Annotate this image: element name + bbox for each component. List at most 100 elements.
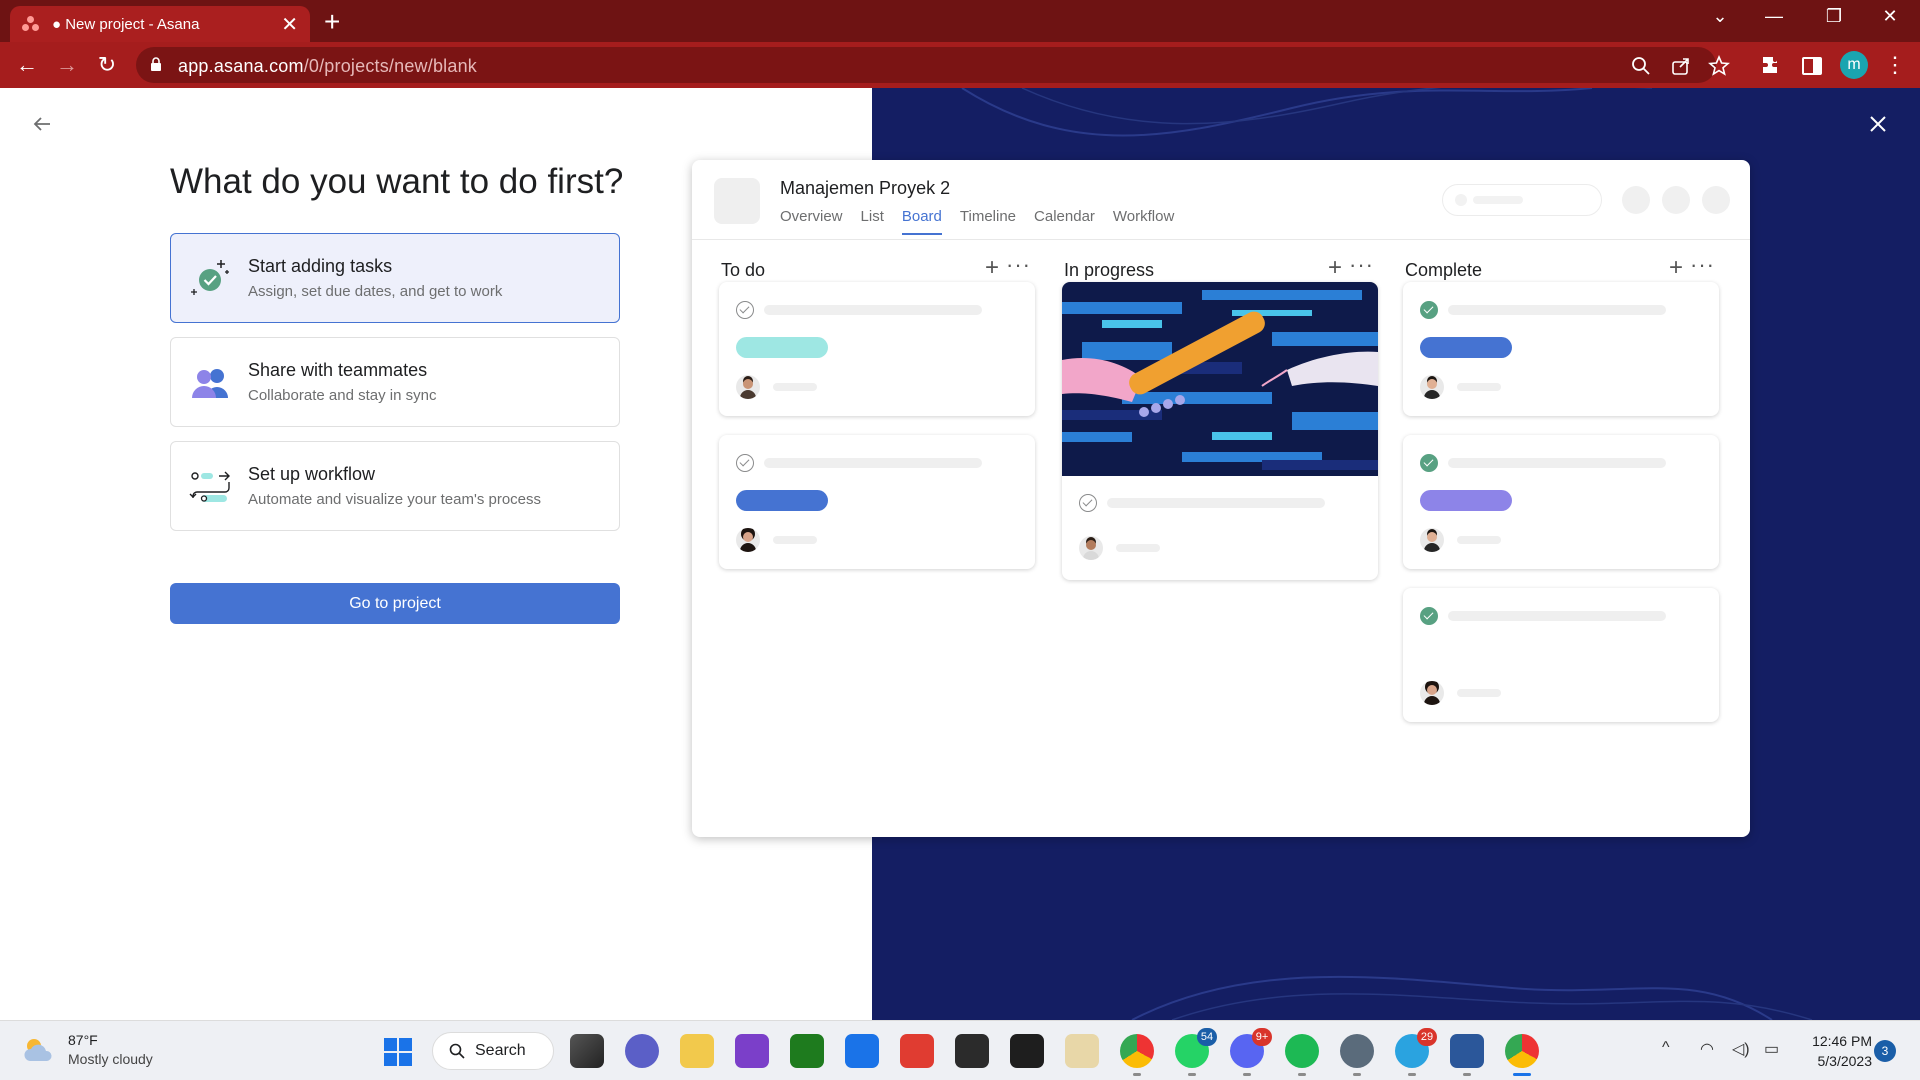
wifi-icon[interactable]: ◠ bbox=[1700, 1039, 1714, 1059]
word-icon[interactable] bbox=[1450, 1034, 1484, 1068]
task-view-icon[interactable] bbox=[570, 1034, 604, 1068]
task-card bbox=[1403, 435, 1719, 569]
running-indicator bbox=[1188, 1073, 1196, 1076]
running-indicator bbox=[1353, 1073, 1361, 1076]
avatar bbox=[1420, 681, 1444, 705]
anydesk-icon[interactable] bbox=[900, 1034, 934, 1068]
settings-gear-icon[interactable] bbox=[1340, 1034, 1374, 1068]
text-placeholder bbox=[1107, 498, 1325, 508]
file-explorer-icon[interactable] bbox=[680, 1034, 714, 1068]
option-subtitle: Assign, set due dates, and get to work bbox=[248, 283, 503, 300]
task-card bbox=[1403, 588, 1719, 722]
option-start-adding-tasks[interactable]: Start adding tasks Assign, set due dates… bbox=[170, 233, 620, 323]
url-text: app.asana.com/0/projects/new/blank bbox=[178, 56, 477, 76]
check-icon bbox=[1079, 494, 1097, 512]
tab-title: ● New project - Asana bbox=[52, 15, 200, 33]
browser-tab-strip: ● New project - Asana ✕ + ⌄ — ❐ ✕ bbox=[0, 0, 1920, 42]
back-button[interactable]: ← bbox=[12, 50, 42, 80]
tasks-sparkle-icon bbox=[191, 260, 229, 295]
tab-close-icon[interactable]: ✕ bbox=[281, 12, 298, 37]
window-close-button[interactable]: ✕ bbox=[1870, 6, 1910, 27]
partly-cloudy-icon bbox=[24, 1039, 52, 1061]
tag-pill-purple bbox=[1420, 490, 1512, 511]
terminal-app-icon[interactable] bbox=[955, 1034, 989, 1068]
weather-temp: 87°F bbox=[68, 1032, 98, 1048]
clock-date: 5/3/2023 bbox=[1817, 1053, 1873, 1069]
completed-check-icon bbox=[1420, 301, 1438, 319]
browser-tab[interactable]: ● New project - Asana ✕ bbox=[10, 6, 310, 42]
option-share-with-teammates[interactable]: Share with teammates Collaborate and sta… bbox=[170, 337, 620, 427]
text-placeholder bbox=[773, 383, 817, 391]
baton-handoff-illustration bbox=[1062, 282, 1378, 476]
more-options-icon: ··· bbox=[1349, 252, 1374, 277]
notification-badge[interactable]: 3 bbox=[1874, 1040, 1896, 1062]
chrome-profile-icon[interactable] bbox=[1505, 1034, 1539, 1068]
project-preview: Manajemen Proyek 2 Overview List Board T… bbox=[692, 160, 1750, 837]
proton-vpn-icon[interactable] bbox=[735, 1034, 769, 1068]
tab-calendar: Calendar bbox=[1034, 208, 1095, 225]
more-options-icon: ··· bbox=[1690, 252, 1715, 277]
running-indicator bbox=[1408, 1073, 1416, 1076]
whatsapp-icon[interactable]: 54 bbox=[1175, 1028, 1217, 1068]
browser-toolbar: ← → ↻ app.asana.com/0/projects/new/blank… bbox=[0, 42, 1920, 88]
battery-icon[interactable]: ▭ bbox=[1764, 1039, 1779, 1059]
browser-menu-icon[interactable]: ⋮ bbox=[1884, 52, 1906, 78]
search-placeholder bbox=[1442, 184, 1602, 216]
sticky-notes-icon[interactable] bbox=[1010, 1034, 1044, 1068]
system-clock[interactable]: 12:46 PM 5/3/2023 bbox=[1796, 1031, 1872, 1071]
task-card bbox=[719, 282, 1035, 416]
column-title: To do bbox=[721, 260, 766, 280]
forward-button[interactable]: → bbox=[52, 50, 82, 80]
avatar bbox=[736, 528, 760, 552]
calendar-app-icon[interactable] bbox=[845, 1034, 879, 1068]
column-title: In progress bbox=[1064, 260, 1155, 280]
asana-new-project-page: What do you want to do first? Start addi… bbox=[0, 88, 1920, 1020]
spotify-icon[interactable] bbox=[1285, 1034, 1319, 1068]
text-placeholder bbox=[1448, 305, 1666, 315]
project-tabs: Overview List Board Timeline Calendar Wo… bbox=[780, 208, 1174, 235]
text-placeholder bbox=[1457, 689, 1501, 697]
back-arrow-icon[interactable] bbox=[30, 112, 54, 136]
option-set-up-workflow[interactable]: Set up workflow Automate and visualize y… bbox=[170, 441, 620, 531]
text-placeholder bbox=[1457, 383, 1501, 391]
show-hidden-icons[interactable]: ^ bbox=[1662, 1039, 1670, 1057]
option-subtitle: Automate and visualize your team's proce… bbox=[248, 491, 542, 508]
new-tab-button[interactable]: + bbox=[324, 8, 340, 36]
notepad-icon[interactable] bbox=[1065, 1034, 1099, 1068]
close-icon[interactable] bbox=[1866, 112, 1890, 136]
tab-list: List bbox=[860, 208, 884, 225]
bookmark-star-icon[interactable] bbox=[1708, 55, 1730, 77]
windows-start-icon[interactable] bbox=[384, 1038, 412, 1066]
chrome-icon[interactable] bbox=[1120, 1034, 1154, 1068]
go-to-project-button[interactable]: Go to project bbox=[170, 583, 620, 624]
lock-icon[interactable] bbox=[150, 56, 162, 72]
extensions-icon[interactable] bbox=[1760, 54, 1784, 78]
zoom-icon[interactable] bbox=[1630, 55, 1652, 77]
check-icon bbox=[736, 454, 754, 472]
running-indicator bbox=[1463, 1073, 1471, 1076]
volume-icon[interactable]: ◁) bbox=[1732, 1039, 1750, 1059]
discord-icon[interactable]: 9+ bbox=[1230, 1028, 1272, 1068]
address-bar[interactable]: app.asana.com/0/projects/new/blank bbox=[136, 47, 1730, 83]
profile-avatar[interactable]: m bbox=[1840, 51, 1868, 79]
side-panel-icon[interactable] bbox=[1800, 54, 1824, 78]
tag-pill-blue bbox=[736, 490, 828, 511]
teams-chat-icon[interactable] bbox=[625, 1034, 659, 1068]
avatar-placeholder bbox=[1622, 186, 1650, 214]
active-indicator bbox=[1513, 1073, 1531, 1076]
weather-widget[interactable]: 87°F Mostly cloudy bbox=[22, 1031, 153, 1069]
telegram-icon[interactable]: 29 bbox=[1395, 1028, 1437, 1068]
reload-button[interactable]: ↻ bbox=[92, 50, 122, 80]
avatar bbox=[1420, 375, 1444, 399]
minimize-button[interactable]: — bbox=[1754, 6, 1794, 27]
xbox-icon[interactable] bbox=[790, 1034, 824, 1068]
tab-search-icon[interactable]: ⌄ bbox=[1700, 6, 1740, 27]
restore-button[interactable]: ❐ bbox=[1814, 6, 1854, 27]
taskbar-search[interactable]: Search bbox=[432, 1032, 554, 1070]
tag-pill-teal bbox=[736, 337, 828, 358]
share-icon[interactable] bbox=[1670, 55, 1692, 77]
windows-taskbar: 87°F Mostly cloudy Search 54 9+ 29 ^ ◠ ◁ bbox=[0, 1020, 1920, 1080]
running-indicator bbox=[1298, 1073, 1306, 1076]
project-icon-placeholder bbox=[714, 178, 760, 224]
text-placeholder bbox=[1457, 536, 1501, 544]
